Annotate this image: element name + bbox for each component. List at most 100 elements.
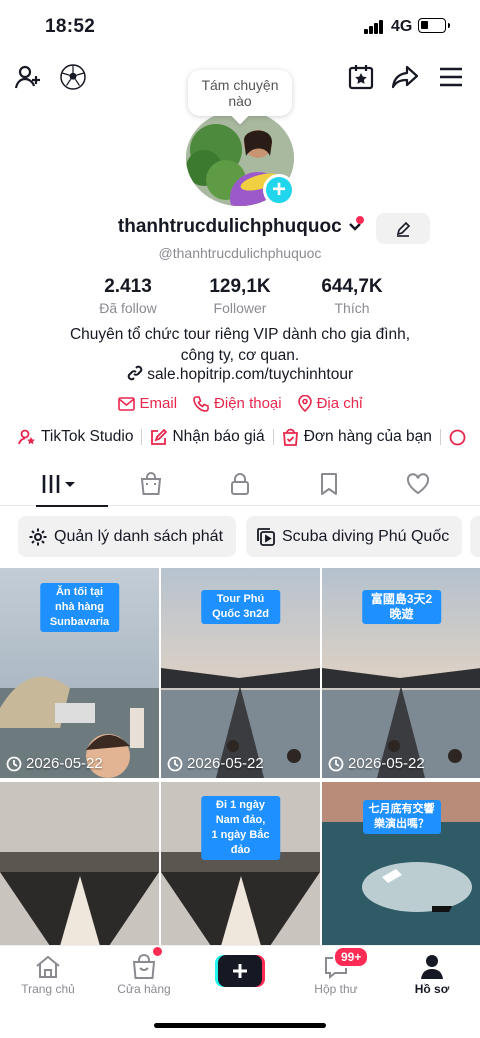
username[interactable]: thanhtrucdulichphuquoc xyxy=(118,216,342,237)
video-grid: Ăn tối tại nhà hàng Sunbavaria 2026-05-2… xyxy=(0,568,480,946)
tools-row: TikTok Studio Nhận báo giá Đơn hàng của … xyxy=(18,428,480,446)
video-thumbnail[interactable]: Đi 1 ngày Nam đảo, 1 ngày Bắc đảo xyxy=(161,782,320,946)
mail-icon xyxy=(117,396,135,411)
video-date: 2026-05-22 xyxy=(167,755,264,772)
video-thumbnail[interactable]: 七月底有交響 樂演出嗎？ xyxy=(322,782,480,946)
nav-shop[interactable]: Cửa hàng xyxy=(104,952,184,996)
stat-following-label: Đã follow xyxy=(99,300,157,316)
email-button[interactable]: Email xyxy=(117,395,178,412)
playlist-chip-more[interactable] xyxy=(470,516,480,557)
soccer-ball-icon[interactable] xyxy=(59,63,87,91)
stat-likes-label: Thích xyxy=(334,300,370,316)
tab-saved[interactable] xyxy=(281,462,377,506)
share-icon[interactable] xyxy=(391,63,419,91)
divider xyxy=(141,429,143,445)
nav-home[interactable]: Trang chủ xyxy=(8,952,88,996)
video-date: 2026-05-22 xyxy=(6,755,103,772)
video-thumbnail[interactable]: 富國島3天2晚遊 2026-05-22 xyxy=(322,568,480,778)
divider xyxy=(272,429,274,445)
stat-likes[interactable]: 644,7K Thích xyxy=(297,276,407,316)
heart-icon xyxy=(406,473,430,495)
network-label: 4G xyxy=(391,18,413,35)
shopping-bag-icon xyxy=(140,472,162,495)
gear-icon xyxy=(29,528,47,545)
menu-icon[interactable] xyxy=(437,63,465,91)
video-caption: 富國島3天2晚遊 xyxy=(361,590,442,624)
video-thumbnail[interactable]: Tour Phú Quốc 3n2d 2026-05-22 xyxy=(161,568,320,778)
tab-shop[interactable] xyxy=(103,462,199,506)
video-grid-icon xyxy=(42,475,75,493)
manage-playlist-chip[interactable]: Quản lý danh sách phát xyxy=(18,516,236,557)
link-icon xyxy=(127,365,143,381)
video-date: 2026-05-22 xyxy=(328,755,425,772)
playlist-chip-scuba[interactable]: Scuba diving Phú Quốc xyxy=(246,516,462,557)
status-bar: 18:52 4G xyxy=(0,0,480,56)
shop-notification-dot xyxy=(153,947,162,956)
calendar-star-icon[interactable] xyxy=(347,63,375,91)
create-plus-icon xyxy=(215,955,265,987)
quote-button[interactable]: Nhận báo giá xyxy=(150,428,265,446)
video-thumbnail[interactable] xyxy=(0,782,159,946)
orders-button[interactable]: Đơn hàng của bạn xyxy=(282,428,432,446)
quote-label: Nhận báo giá xyxy=(172,428,265,445)
phone-button[interactable]: Điện thoại xyxy=(193,395,282,412)
stat-followers[interactable]: 129,1K Follower xyxy=(185,276,295,316)
more-tool-icon xyxy=(449,429,466,445)
video-date-text: 2026-05-22 xyxy=(348,755,425,772)
video-date-text: 2026-05-22 xyxy=(187,755,264,772)
video-caption: Tour Phú Quốc 3n2d xyxy=(200,590,281,624)
playlist-icon xyxy=(257,527,275,546)
add-story-plus-icon[interactable]: + xyxy=(263,174,295,206)
nav-shop-label: Cửa hàng xyxy=(117,982,171,996)
more-tool-button[interactable] xyxy=(449,429,466,446)
address-button[interactable]: Địa chỉ xyxy=(297,395,362,412)
phone-label: Điện thoại xyxy=(214,395,282,412)
email-label: Email xyxy=(139,395,178,412)
playlist-scuba-label: Scuba diving Phú Quốc xyxy=(282,527,450,545)
stat-likes-value: 644,7K xyxy=(321,276,383,297)
nav-inbox-label: Hộp thư xyxy=(314,982,358,996)
inbox-badge: 99+ xyxy=(333,946,370,968)
pencil-icon xyxy=(396,221,411,237)
tab-private[interactable] xyxy=(192,462,288,506)
tiktok-studio-button[interactable]: TikTok Studio xyxy=(18,428,133,446)
bio-line1: Chuyên tổ chức tour riêng VIP dành cho g… xyxy=(69,326,411,343)
nav-profile[interactable]: Hồ sơ xyxy=(392,952,472,996)
bio-link-text: sale.hopitrip.com/tuychinhtour xyxy=(147,366,354,383)
handle: @thanhtrucdulichphuquoc xyxy=(158,245,322,261)
notification-dot xyxy=(356,216,364,224)
edit-square-icon xyxy=(151,428,168,445)
profile-icon xyxy=(421,955,443,979)
bio: Chuyên tổ chức tour riêng VIP dành cho g… xyxy=(0,324,480,366)
note-bubble-line1: Tám chuyện xyxy=(201,77,279,93)
shop-bag-icon xyxy=(132,954,156,979)
stat-followers-value: 129,1K xyxy=(209,276,271,297)
add-friend-icon[interactable] xyxy=(14,63,42,91)
note-bubble[interactable]: Tám chuyện nào xyxy=(188,70,292,116)
phone-icon xyxy=(193,395,209,412)
bio-link[interactable]: sale.hopitrip.com/tuychinhtour xyxy=(0,365,480,384)
stat-followers-label: Follower xyxy=(213,300,267,316)
nav-home-label: Trang chủ xyxy=(21,982,75,996)
bio-line2: công ty, cơ quan. xyxy=(180,347,300,364)
home-icon xyxy=(36,955,60,978)
tab-liked[interactable] xyxy=(370,462,466,506)
create-button[interactable] xyxy=(200,954,280,988)
edit-profile-button[interactable] xyxy=(376,213,430,244)
stat-following[interactable]: 2.413 Đã follow xyxy=(73,276,183,316)
video-caption: Đi 1 ngày Nam đảo, 1 ngày Bắc đảo xyxy=(200,796,281,860)
studio-user-icon xyxy=(18,429,35,445)
tab-videos[interactable] xyxy=(12,462,108,507)
tab-active-indicator xyxy=(36,505,108,507)
nav-profile-label: Hồ sơ xyxy=(414,982,450,996)
clock-icon xyxy=(6,756,22,771)
signal-icon xyxy=(364,20,384,34)
video-thumbnail[interactable]: Ăn tối tại nhà hàng Sunbavaria 2026-05-2… xyxy=(0,568,159,778)
battery-icon xyxy=(418,18,450,33)
orders-label: Đơn hàng của bạn xyxy=(303,428,432,445)
lock-icon xyxy=(231,473,249,495)
note-bubble-line2: nào xyxy=(228,93,252,109)
video-caption: Ăn tối tại nhà hàng Sunbavaria xyxy=(39,583,120,632)
divider xyxy=(439,429,441,445)
stat-following-value: 2.413 xyxy=(104,276,152,297)
